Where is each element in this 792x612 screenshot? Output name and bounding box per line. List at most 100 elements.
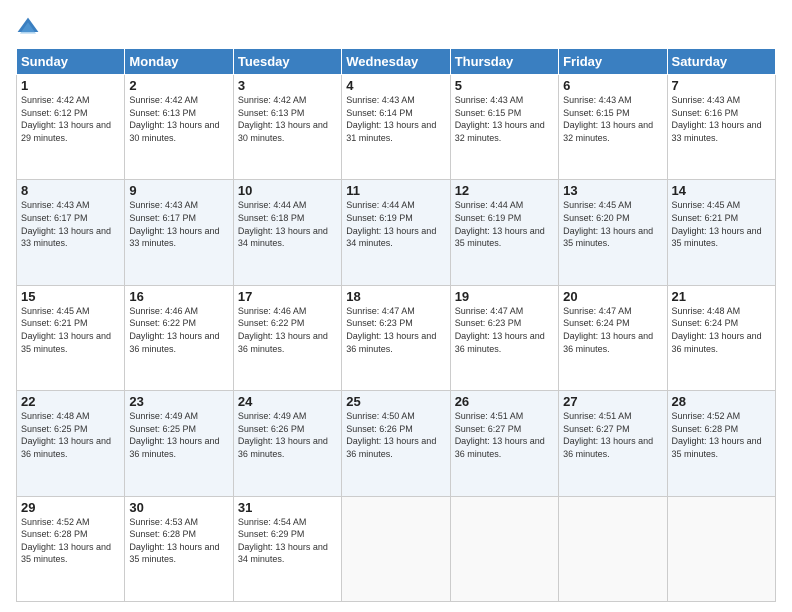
- day-cell: 22Sunrise: 4:48 AMSunset: 6:25 PMDayligh…: [17, 391, 125, 496]
- header-row: SundayMondayTuesdayWednesdayThursdayFrid…: [17, 49, 776, 75]
- day-cell: 6Sunrise: 4:43 AMSunset: 6:15 PMDaylight…: [559, 75, 667, 180]
- day-info: Sunrise: 4:43 AMSunset: 6:15 PMDaylight:…: [455, 94, 554, 144]
- day-cell: [667, 496, 775, 601]
- day-cell: 12Sunrise: 4:44 AMSunset: 6:19 PMDayligh…: [450, 180, 558, 285]
- day-number: 10: [238, 183, 337, 198]
- header: [16, 16, 776, 40]
- page: SundayMondayTuesdayWednesdayThursdayFrid…: [0, 0, 792, 612]
- day-info: Sunrise: 4:51 AMSunset: 6:27 PMDaylight:…: [455, 410, 554, 460]
- day-cell: 20Sunrise: 4:47 AMSunset: 6:24 PMDayligh…: [559, 285, 667, 390]
- col-header-thursday: Thursday: [450, 49, 558, 75]
- week-row-2: 8Sunrise: 4:43 AMSunset: 6:17 PMDaylight…: [17, 180, 776, 285]
- day-number: 5: [455, 78, 554, 93]
- day-number: 31: [238, 500, 337, 515]
- day-cell: 26Sunrise: 4:51 AMSunset: 6:27 PMDayligh…: [450, 391, 558, 496]
- day-cell: 21Sunrise: 4:48 AMSunset: 6:24 PMDayligh…: [667, 285, 775, 390]
- day-cell: 15Sunrise: 4:45 AMSunset: 6:21 PMDayligh…: [17, 285, 125, 390]
- day-cell: 3Sunrise: 4:42 AMSunset: 6:13 PMDaylight…: [233, 75, 341, 180]
- day-cell: 19Sunrise: 4:47 AMSunset: 6:23 PMDayligh…: [450, 285, 558, 390]
- day-info: Sunrise: 4:43 AMSunset: 6:16 PMDaylight:…: [672, 94, 771, 144]
- day-number: 19: [455, 289, 554, 304]
- day-number: 24: [238, 394, 337, 409]
- week-row-5: 29Sunrise: 4:52 AMSunset: 6:28 PMDayligh…: [17, 496, 776, 601]
- week-row-4: 22Sunrise: 4:48 AMSunset: 6:25 PMDayligh…: [17, 391, 776, 496]
- day-info: Sunrise: 4:43 AMSunset: 6:14 PMDaylight:…: [346, 94, 445, 144]
- day-cell: 11Sunrise: 4:44 AMSunset: 6:19 PMDayligh…: [342, 180, 450, 285]
- day-info: Sunrise: 4:48 AMSunset: 6:25 PMDaylight:…: [21, 410, 120, 460]
- day-number: 3: [238, 78, 337, 93]
- day-info: Sunrise: 4:44 AMSunset: 6:19 PMDaylight:…: [346, 199, 445, 249]
- day-number: 4: [346, 78, 445, 93]
- day-cell: 8Sunrise: 4:43 AMSunset: 6:17 PMDaylight…: [17, 180, 125, 285]
- day-info: Sunrise: 4:52 AMSunset: 6:28 PMDaylight:…: [21, 516, 120, 566]
- day-number: 20: [563, 289, 662, 304]
- day-info: Sunrise: 4:48 AMSunset: 6:24 PMDaylight:…: [672, 305, 771, 355]
- day-cell: [450, 496, 558, 601]
- col-header-monday: Monday: [125, 49, 233, 75]
- day-cell: 13Sunrise: 4:45 AMSunset: 6:20 PMDayligh…: [559, 180, 667, 285]
- day-number: 30: [129, 500, 228, 515]
- day-number: 27: [563, 394, 662, 409]
- col-header-wednesday: Wednesday: [342, 49, 450, 75]
- col-header-tuesday: Tuesday: [233, 49, 341, 75]
- day-cell: 14Sunrise: 4:45 AMSunset: 6:21 PMDayligh…: [667, 180, 775, 285]
- day-cell: 29Sunrise: 4:52 AMSunset: 6:28 PMDayligh…: [17, 496, 125, 601]
- day-cell: 18Sunrise: 4:47 AMSunset: 6:23 PMDayligh…: [342, 285, 450, 390]
- day-number: 22: [21, 394, 120, 409]
- day-info: Sunrise: 4:51 AMSunset: 6:27 PMDaylight:…: [563, 410, 662, 460]
- day-info: Sunrise: 4:46 AMSunset: 6:22 PMDaylight:…: [129, 305, 228, 355]
- day-number: 23: [129, 394, 228, 409]
- day-number: 14: [672, 183, 771, 198]
- day-number: 29: [21, 500, 120, 515]
- day-cell: 27Sunrise: 4:51 AMSunset: 6:27 PMDayligh…: [559, 391, 667, 496]
- col-header-sunday: Sunday: [17, 49, 125, 75]
- day-info: Sunrise: 4:43 AMSunset: 6:17 PMDaylight:…: [129, 199, 228, 249]
- day-cell: 2Sunrise: 4:42 AMSunset: 6:13 PMDaylight…: [125, 75, 233, 180]
- day-info: Sunrise: 4:45 AMSunset: 6:21 PMDaylight:…: [672, 199, 771, 249]
- day-number: 2: [129, 78, 228, 93]
- day-info: Sunrise: 4:42 AMSunset: 6:13 PMDaylight:…: [129, 94, 228, 144]
- day-info: Sunrise: 4:47 AMSunset: 6:23 PMDaylight:…: [455, 305, 554, 355]
- day-number: 15: [21, 289, 120, 304]
- calendar-table: SundayMondayTuesdayWednesdayThursdayFrid…: [16, 48, 776, 602]
- day-info: Sunrise: 4:54 AMSunset: 6:29 PMDaylight:…: [238, 516, 337, 566]
- day-info: Sunrise: 4:43 AMSunset: 6:17 PMDaylight:…: [21, 199, 120, 249]
- day-cell: 17Sunrise: 4:46 AMSunset: 6:22 PMDayligh…: [233, 285, 341, 390]
- col-header-saturday: Saturday: [667, 49, 775, 75]
- day-cell: 10Sunrise: 4:44 AMSunset: 6:18 PMDayligh…: [233, 180, 341, 285]
- day-number: 17: [238, 289, 337, 304]
- day-info: Sunrise: 4:42 AMSunset: 6:13 PMDaylight:…: [238, 94, 337, 144]
- day-number: 25: [346, 394, 445, 409]
- day-number: 7: [672, 78, 771, 93]
- day-info: Sunrise: 4:44 AMSunset: 6:19 PMDaylight:…: [455, 199, 554, 249]
- day-cell: [559, 496, 667, 601]
- day-cell: 7Sunrise: 4:43 AMSunset: 6:16 PMDaylight…: [667, 75, 775, 180]
- day-info: Sunrise: 4:43 AMSunset: 6:15 PMDaylight:…: [563, 94, 662, 144]
- day-number: 21: [672, 289, 771, 304]
- day-cell: 31Sunrise: 4:54 AMSunset: 6:29 PMDayligh…: [233, 496, 341, 601]
- day-cell: [342, 496, 450, 601]
- day-info: Sunrise: 4:47 AMSunset: 6:24 PMDaylight:…: [563, 305, 662, 355]
- week-row-3: 15Sunrise: 4:45 AMSunset: 6:21 PMDayligh…: [17, 285, 776, 390]
- day-number: 8: [21, 183, 120, 198]
- day-cell: 30Sunrise: 4:53 AMSunset: 6:28 PMDayligh…: [125, 496, 233, 601]
- day-number: 9: [129, 183, 228, 198]
- day-cell: 28Sunrise: 4:52 AMSunset: 6:28 PMDayligh…: [667, 391, 775, 496]
- day-info: Sunrise: 4:49 AMSunset: 6:25 PMDaylight:…: [129, 410, 228, 460]
- day-cell: 16Sunrise: 4:46 AMSunset: 6:22 PMDayligh…: [125, 285, 233, 390]
- day-info: Sunrise: 4:44 AMSunset: 6:18 PMDaylight:…: [238, 199, 337, 249]
- day-info: Sunrise: 4:46 AMSunset: 6:22 PMDaylight:…: [238, 305, 337, 355]
- day-number: 16: [129, 289, 228, 304]
- day-number: 12: [455, 183, 554, 198]
- week-row-1: 1Sunrise: 4:42 AMSunset: 6:12 PMDaylight…: [17, 75, 776, 180]
- day-cell: 23Sunrise: 4:49 AMSunset: 6:25 PMDayligh…: [125, 391, 233, 496]
- day-info: Sunrise: 4:50 AMSunset: 6:26 PMDaylight:…: [346, 410, 445, 460]
- day-info: Sunrise: 4:45 AMSunset: 6:21 PMDaylight:…: [21, 305, 120, 355]
- day-info: Sunrise: 4:47 AMSunset: 6:23 PMDaylight:…: [346, 305, 445, 355]
- day-cell: 4Sunrise: 4:43 AMSunset: 6:14 PMDaylight…: [342, 75, 450, 180]
- day-info: Sunrise: 4:52 AMSunset: 6:28 PMDaylight:…: [672, 410, 771, 460]
- col-header-friday: Friday: [559, 49, 667, 75]
- day-number: 18: [346, 289, 445, 304]
- day-info: Sunrise: 4:49 AMSunset: 6:26 PMDaylight:…: [238, 410, 337, 460]
- day-number: 1: [21, 78, 120, 93]
